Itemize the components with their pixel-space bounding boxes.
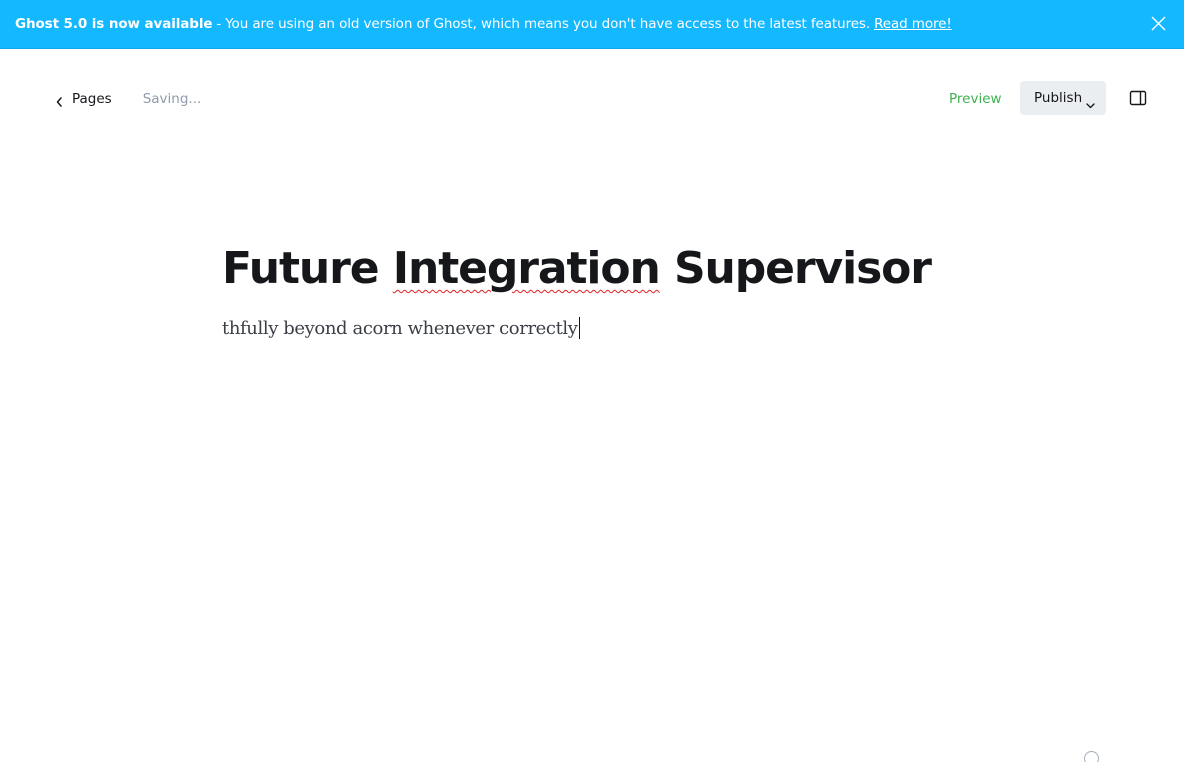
- editor-toolbar-left: Pages Saving...: [55, 89, 201, 109]
- back-link-label: Pages: [72, 91, 112, 107]
- post-body-text: thfully beyond acorn whenever correctly: [222, 318, 578, 339]
- help-icon[interactable]: [1084, 750, 1099, 762]
- title-misspelled-word: Integration: [392, 243, 661, 294]
- chevron-left-icon: [55, 93, 63, 107]
- close-icon[interactable]: [1151, 16, 1166, 31]
- banner-message: You are using an old version of Ghost, w…: [225, 16, 871, 32]
- post-title-input[interactable]: Future Integration Supervisor: [222, 238, 982, 300]
- preview-button[interactable]: Preview: [942, 87, 1009, 111]
- read-more-link[interactable]: Read more!: [874, 16, 952, 32]
- chevron-down-icon: [1086, 97, 1095, 108]
- text-cursor: [578, 317, 580, 339]
- update-banner: Ghost 5.0 is now available - You are usi…: [0, 0, 1184, 49]
- banner-separator: -: [216, 16, 222, 32]
- title-text-end: Supervisor: [659, 243, 932, 294]
- post-body-editor[interactable]: thfully beyond acorn whenever correctly: [222, 314, 982, 344]
- sidebar-toggle-icon[interactable]: [1129, 89, 1147, 107]
- publish-button-label: Publish: [1034, 90, 1083, 106]
- save-status: Saving...: [142, 91, 202, 107]
- title-text-start: Future: [222, 243, 393, 294]
- back-to-pages-link[interactable]: Pages: [55, 91, 112, 107]
- banner-title: Ghost 5.0 is now available: [15, 16, 213, 32]
- publish-button[interactable]: Publish: [1020, 81, 1106, 115]
- editor-footer: [1062, 750, 1099, 762]
